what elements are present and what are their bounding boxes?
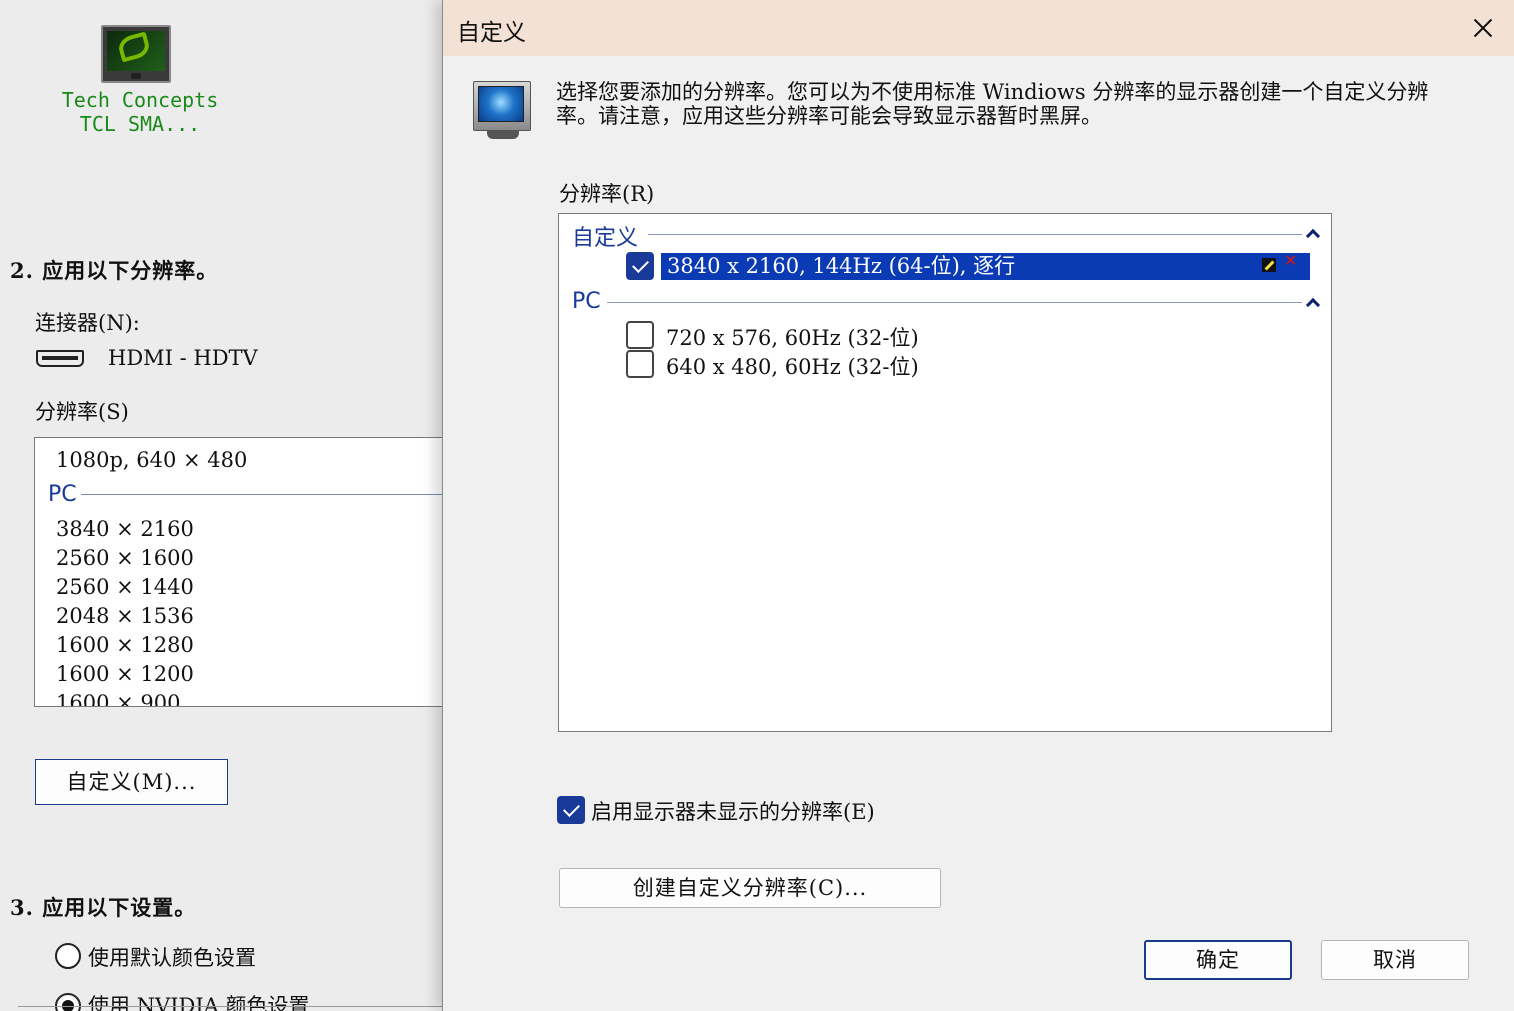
radio-nvidia-color[interactable] — [55, 993, 81, 1011]
delete-icon[interactable]: ✕ — [1284, 253, 1300, 269]
connector-label: 连接器(N): — [35, 311, 140, 335]
list-item[interactable]: 3840 × 2160 — [56, 517, 194, 541]
list-item-selected[interactable]: 3840 x 2160, 144Hz (64-位), 逐行 ✕ — [661, 253, 1310, 280]
list-item[interactable]: 1600 × 1280 — [56, 633, 194, 657]
dialog-title: 自定义 — [457, 20, 526, 46]
collapse-chevron-icon[interactable] — [1305, 297, 1319, 307]
monitor-name-line1: Tech Concepts — [61, 88, 219, 112]
list-item[interactable]: 2560 × 1440 — [56, 575, 194, 599]
resolution-label: 分辨率(S) — [35, 400, 129, 424]
collapse-chevron-icon[interactable] — [1305, 228, 1319, 238]
monitor-name-line2: TCL SMA... — [79, 112, 201, 136]
list-item[interactable]: 1080p, 640 × 480 — [56, 448, 247, 472]
resolution-checkbox[interactable] — [626, 350, 654, 378]
radio-default-color-label: 使用默认颜色设置 — [88, 946, 256, 970]
dialog-description: 选择您要添加的分辨率。您可以为不使用标准 Windiows 分辨率的显示器创建一… — [556, 80, 1429, 128]
ok-button[interactable]: 确定 — [1144, 940, 1292, 980]
custom-resolution-listbox[interactable]: 自定义 3840 x 2160, 144Hz (64-位), 逐行 ✕ PC 7… — [558, 213, 1332, 732]
custom-resolution-checkbox[interactable] — [626, 252, 654, 280]
connector-value[interactable]: HDMI - HDTV — [108, 346, 258, 370]
group-header-pc: PC — [572, 289, 601, 314]
group-header-custom: 自定义 — [572, 226, 639, 251]
hdmi-icon — [36, 350, 84, 367]
dialog-titlebar[interactable]: 自定义 — [443, 0, 1514, 56]
step2-title: 2. 应用以下分辨率。 — [10, 258, 219, 283]
list-item[interactable]: 2560 × 1600 — [56, 546, 194, 570]
list-item-label: 3840 x 2160, 144Hz (64-位), 逐行 — [667, 254, 1016, 278]
resolution-listbox[interactable]: 1080p, 640 × 480 PC 3840 × 2160 2560 × 1… — [34, 437, 454, 707]
group-divider — [648, 234, 1302, 235]
customize-dialog: 自定义 选择您要添加的分辨率。您可以为不使用标准 Windiows 分辨率的显示… — [442, 0, 1514, 1011]
resolution-label: 分辨率(R) — [559, 182, 655, 206]
cancel-button[interactable]: 取消 — [1321, 940, 1469, 980]
group-divider — [607, 302, 1302, 303]
list-item[interactable]: 1600 × 900 — [56, 691, 180, 706]
group-header-pc: PC — [48, 482, 77, 507]
list-item[interactable]: 2048 × 1536 — [56, 604, 194, 628]
resolution-checkbox[interactable] — [626, 321, 654, 349]
monitor-base — [487, 131, 519, 139]
enable-unlisted-resolutions-checkbox[interactable] — [557, 796, 585, 824]
monitor-stand — [131, 73, 141, 79]
monitor-screen — [478, 86, 524, 122]
list-item[interactable]: 640 x 480, 60Hz (32-位) — [666, 351, 919, 381]
close-icon[interactable] — [1461, 8, 1505, 48]
edit-icon[interactable] — [1262, 258, 1276, 272]
radio-default-color[interactable] — [55, 943, 81, 969]
list-item[interactable]: 1600 × 1200 — [56, 662, 194, 686]
create-custom-resolution-button[interactable]: 创建自定义分辨率(C)... — [559, 868, 941, 908]
radio-nvidia-color-label: 使用 NVIDIA 颜色设置 — [88, 994, 310, 1011]
customize-button[interactable]: 自定义(M)... — [35, 759, 228, 805]
display-monitor-icon[interactable] — [101, 25, 171, 83]
monitor-name[interactable]: Tech Concepts TCL SMA... — [40, 88, 240, 136]
list-item[interactable]: 720 x 576, 60Hz (32-位) — [666, 322, 919, 352]
enable-unlisted-resolutions-label: 启用显示器未显示的分辨率(E) — [591, 800, 875, 824]
group-divider — [81, 494, 453, 495]
step3-title: 3. 应用以下设置。 — [10, 895, 197, 920]
divider — [18, 1006, 458, 1007]
monitor-icon — [473, 81, 531, 139]
